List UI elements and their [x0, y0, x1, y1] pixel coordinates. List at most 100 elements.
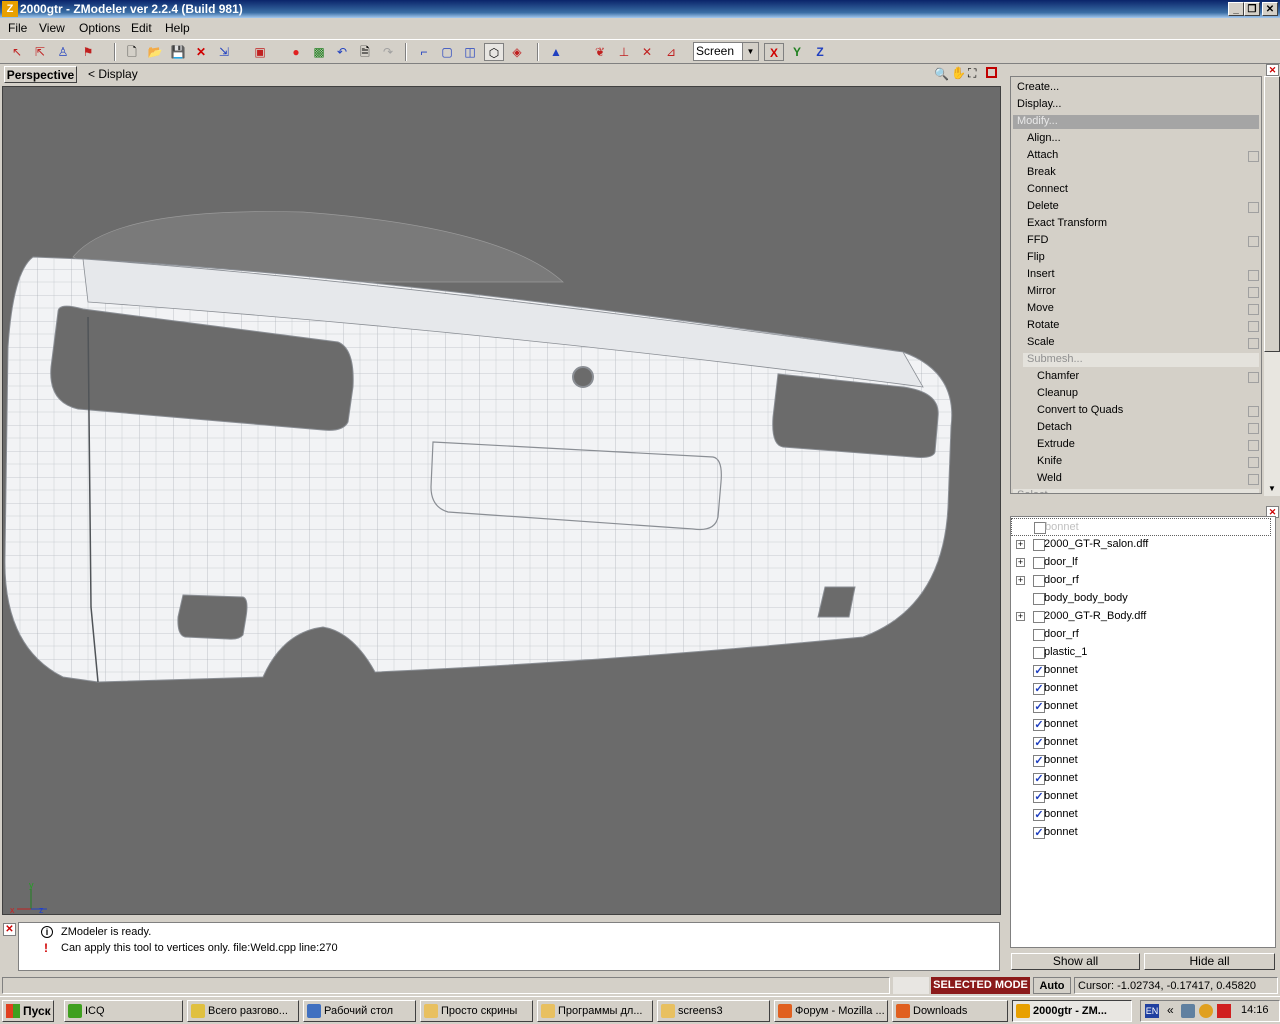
modify-item-checkbox[interactable] — [1248, 423, 1259, 434]
taskbar-button[interactable]: Downloads — [892, 1000, 1008, 1022]
lang-indicator[interactable]: EN — [1145, 1004, 1159, 1018]
modify-item-checkbox[interactable] — [1248, 236, 1259, 247]
taskbar-button[interactable]: screens3 — [657, 1000, 770, 1022]
axis-x-toggle[interactable]: X — [764, 43, 784, 61]
taskbar-button[interactable]: Форум - Mozilla ... — [774, 1000, 888, 1022]
undo-icon[interactable]: ↶ — [332, 43, 352, 61]
texture-icon[interactable]: ❦ — [590, 43, 610, 61]
save-file-icon[interactable]: 💾 — [168, 43, 188, 61]
object-row[interactable]: ✓ bonnet — [1011, 806, 1271, 824]
object-row[interactable]: ✓ bonnet — [1011, 734, 1271, 752]
modify-item[interactable]: Weld — [1037, 472, 1062, 484]
modify-item[interactable]: Select... — [1013, 489, 1259, 493]
modify-item-checkbox[interactable] — [1248, 457, 1259, 468]
modify-item[interactable]: Modify... — [1013, 115, 1259, 129]
open-file-icon[interactable]: 📂 — [145, 43, 165, 61]
object-row[interactable]: ✓ bonnet — [1011, 698, 1271, 716]
object-row[interactable]: +2000_GT-R_Body.dff — [1011, 608, 1271, 626]
modify-item[interactable]: Move — [1027, 302, 1054, 314]
hide-all-button[interactable]: Hide all — [1144, 953, 1275, 970]
new-file-icon[interactable]: 🗋 — [122, 43, 142, 61]
taskbar-button[interactable]: Рабочий стол — [303, 1000, 416, 1022]
polygon-mode-icon[interactable]: ⬡ — [484, 43, 504, 61]
modify-item-checkbox[interactable] — [1248, 287, 1259, 298]
object-row[interactable]: + door_rf — [1011, 572, 1271, 590]
modify-item[interactable]: Attach — [1027, 149, 1058, 161]
object-row[interactable]: ✓ bonnet — [1011, 716, 1271, 734]
box2-mode-icon[interactable]: ◫ — [460, 43, 480, 61]
box-mode-icon[interactable]: ▢ — [437, 43, 457, 61]
viewport-tab[interactable]: Perspective — [4, 66, 77, 83]
axis2-icon[interactable]: ✕ — [637, 43, 657, 61]
restore-button[interactable]: ❐ — [1244, 2, 1260, 16]
object-row[interactable]: +2000_GT-R_salon.dff — [1011, 536, 1271, 554]
redo-icon[interactable]: ↷ — [378, 43, 398, 61]
modify-scrollbar[interactable]: ▼ — [1264, 76, 1280, 496]
coord-mode-select[interactable]: Screen ▼ — [693, 42, 759, 61]
modify-item[interactable]: Extrude — [1037, 438, 1075, 450]
render-icon[interactable]: ▣ — [250, 43, 270, 61]
modify-item-checkbox[interactable] — [1248, 440, 1259, 451]
modify-item-checkbox[interactable] — [1248, 406, 1259, 417]
modify-item-checkbox[interactable] — [1248, 151, 1259, 162]
menu-edit[interactable]: Edit — [131, 21, 152, 35]
modify-item[interactable]: Cleanup — [1037, 387, 1078, 399]
taskbar-button[interactable]: Программы дл... — [537, 1000, 653, 1022]
modify-item-checkbox[interactable] — [1248, 338, 1259, 349]
modify-item[interactable]: Connect — [1027, 183, 1068, 195]
pointer-up-icon[interactable]: ▲ — [546, 43, 566, 61]
object-row[interactable]: ✓ bonnet — [1011, 680, 1271, 698]
modify-item[interactable]: Exact Transform — [1027, 217, 1107, 229]
object-row[interactable]: body_body_body — [1011, 590, 1271, 608]
object-mode-icon[interactable]: ◈ — [507, 43, 527, 61]
network-icon[interactable] — [1181, 1004, 1195, 1018]
modify-item-checkbox[interactable] — [1248, 304, 1259, 315]
antivirus-icon[interactable] — [1217, 1004, 1231, 1018]
object-row[interactable]: door_rf — [1011, 626, 1271, 644]
modify-item-checkbox[interactable] — [1248, 321, 1259, 332]
show-all-button[interactable]: Show all — [1011, 953, 1140, 970]
tray-app-icon[interactable] — [1199, 1004, 1213, 1018]
taskbar-button[interactable]: Просто скрины — [420, 1000, 533, 1022]
panel-close-icon[interactable]: ✕ — [1266, 64, 1279, 76]
close-button[interactable]: ✕ — [1262, 2, 1278, 16]
scrollbar-thumb[interactable] — [1264, 76, 1280, 352]
import-icon[interactable]: ⇲ — [214, 43, 234, 61]
tray-arrow-icon[interactable]: « — [1167, 1003, 1174, 1017]
start-button[interactable]: Пуск — [2, 1000, 54, 1022]
object-row[interactable]: ✓ bonnet — [1011, 662, 1271, 680]
expand-icon[interactable]: + — [1016, 558, 1025, 567]
expand-icon[interactable]: + — [1016, 540, 1025, 549]
modify-item[interactable]: Delete — [1027, 200, 1059, 212]
modify-item[interactable]: Flip — [1027, 251, 1045, 263]
modify-item[interactable]: Align... — [1027, 132, 1061, 144]
object-row[interactable]: ✓ bonnet — [1011, 788, 1271, 806]
expand-icon[interactable]: + — [1016, 612, 1025, 621]
menu-options[interactable]: Options — [79, 21, 120, 35]
display-link[interactable]: < Display — [88, 67, 138, 81]
menu-view[interactable]: View — [39, 21, 65, 35]
modify-item[interactable]: Convert to Quads — [1037, 404, 1123, 416]
modify-item-checkbox[interactable] — [1248, 202, 1259, 213]
object-row[interactable]: ✓ bonnet — [1011, 752, 1271, 770]
modify-item[interactable]: Insert — [1027, 268, 1055, 280]
axis-y-toggle[interactable]: Y — [787, 43, 807, 61]
select-tool-icon[interactable]: ↖ — [7, 43, 27, 61]
modify-item[interactable]: Knife — [1037, 455, 1062, 467]
modify-item[interactable]: Display... — [1017, 98, 1061, 110]
modify-item[interactable]: Mirror — [1027, 285, 1056, 297]
log-close-icon[interactable]: ✕ — [3, 923, 16, 936]
modify-item-checkbox[interactable] — [1248, 474, 1259, 485]
menu-help[interactable]: Help — [165, 21, 190, 35]
multi-select-icon[interactable]: ⚑ — [78, 43, 98, 61]
modify-item[interactable]: Rotate — [1027, 319, 1059, 331]
minimize-button[interactable]: _ — [1228, 2, 1244, 16]
pan-icon[interactable]: ✋ — [951, 66, 966, 80]
object-row[interactable]: ✓ bonnet — [1011, 770, 1271, 788]
delete-icon[interactable]: ✕ — [191, 43, 211, 61]
modify-item-checkbox[interactable] — [1248, 270, 1259, 281]
modify-item[interactable]: Create... — [1017, 81, 1059, 93]
figure-icon[interactable]: ♙ — [53, 43, 73, 61]
menu-file[interactable]: File — [8, 21, 27, 35]
modify-item[interactable]: Detach — [1037, 421, 1072, 433]
